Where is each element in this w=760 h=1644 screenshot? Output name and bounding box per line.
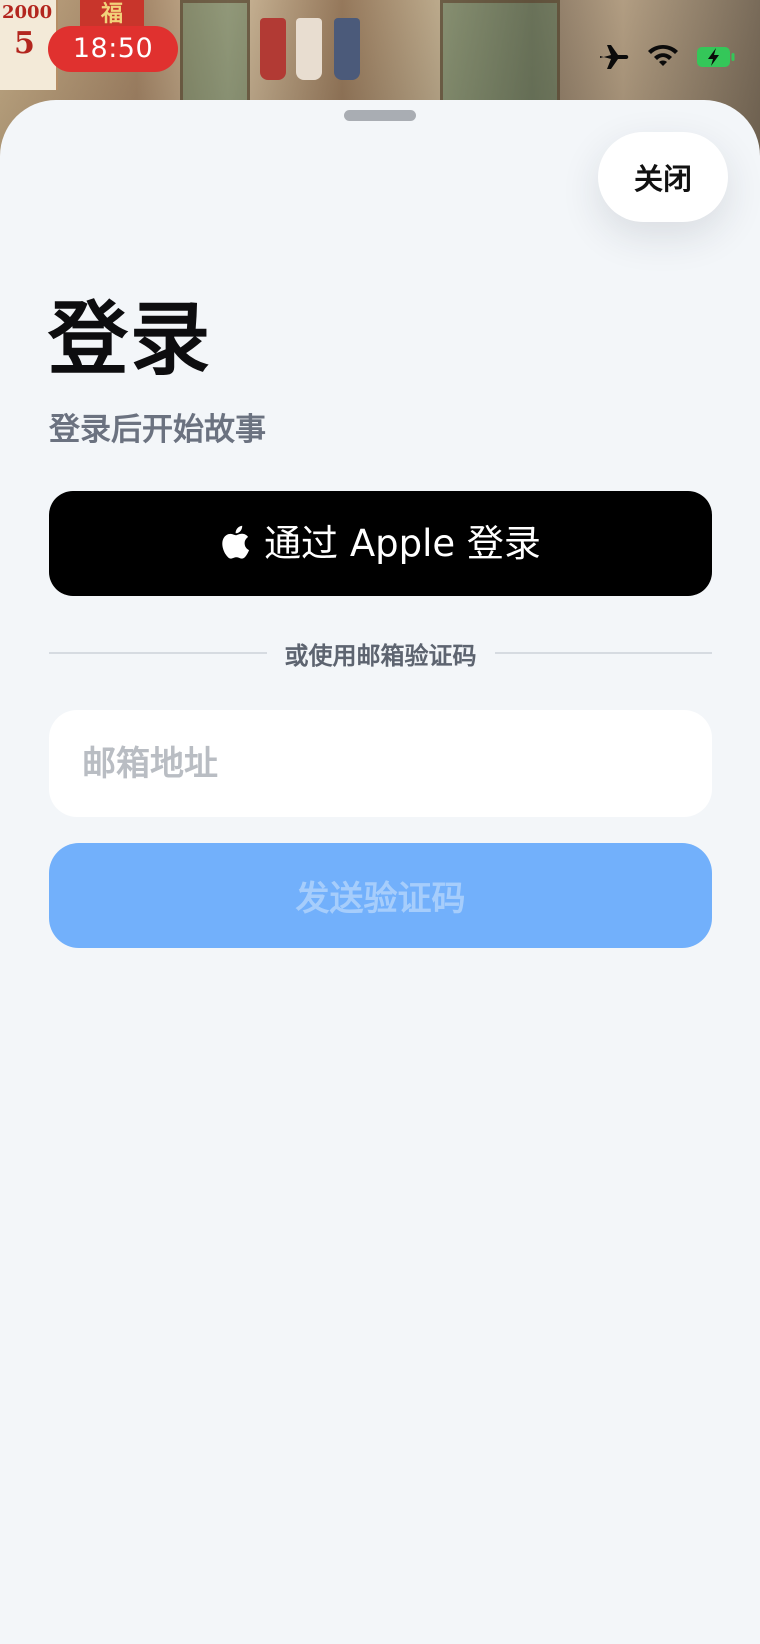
screen: 2000 5 福 18:50 关闭 登录 登录后开始故事 通过 Apple 登录… bbox=[0, 0, 760, 1644]
page-title: 登录 bbox=[48, 293, 212, 386]
airplane-icon bbox=[598, 43, 630, 71]
background-clothing bbox=[334, 18, 360, 80]
divider-line bbox=[49, 652, 267, 654]
apple-logo-icon bbox=[220, 525, 250, 562]
email-field[interactable] bbox=[49, 710, 712, 817]
login-sheet: 关闭 登录 登录后开始故事 通过 Apple 登录 或使用邮箱验证码 发送验证码 bbox=[0, 100, 760, 1644]
status-icons bbox=[598, 42, 736, 72]
sheet-grabber[interactable] bbox=[344, 110, 416, 121]
status-time: 18:50 bbox=[48, 26, 178, 72]
divider-line bbox=[494, 652, 712, 654]
background-window bbox=[440, 0, 560, 110]
wifi-icon bbox=[646, 44, 680, 70]
divider: 或使用邮箱验证码 bbox=[49, 633, 712, 673]
background-window bbox=[180, 0, 250, 110]
calendar-year: 2000 bbox=[2, 2, 53, 23]
calendar-day: 5 bbox=[14, 26, 35, 61]
page-subtitle: 登录后开始故事 bbox=[49, 412, 266, 448]
close-button[interactable]: 关闭 bbox=[598, 132, 728, 222]
background-clothing bbox=[260, 18, 286, 80]
apple-button-label: 通过 Apple 登录 bbox=[264, 521, 541, 565]
background-clothing bbox=[296, 18, 322, 80]
sign-in-with-apple-button[interactable]: 通过 Apple 登录 bbox=[49, 491, 712, 596]
divider-text: 或使用邮箱验证码 bbox=[284, 641, 477, 670]
send-code-button[interactable]: 发送验证码 bbox=[49, 843, 712, 948]
battery-charging-icon bbox=[696, 45, 736, 69]
